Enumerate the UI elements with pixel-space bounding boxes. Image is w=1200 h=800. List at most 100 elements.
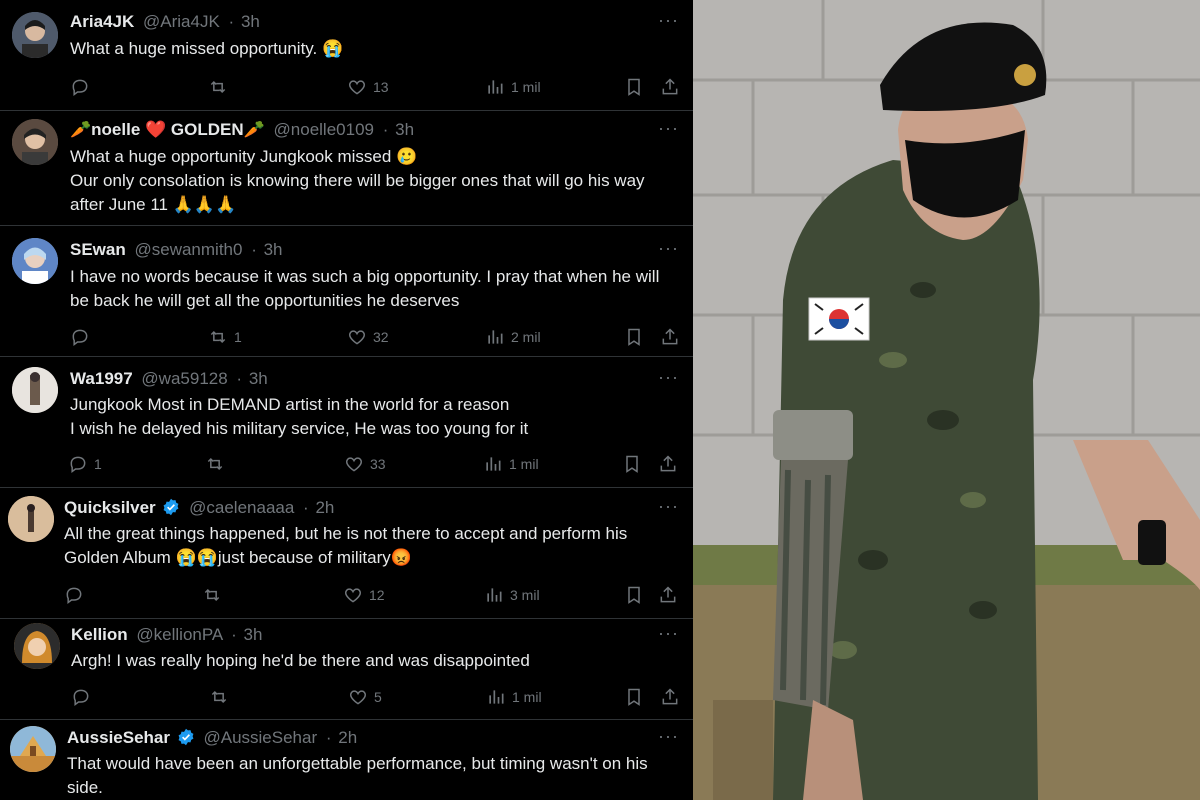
dot-separator: · xyxy=(251,240,257,259)
more-options-icon[interactable]: ··· xyxy=(658,726,679,747)
retweet-button[interactable]: 1 xyxy=(208,327,242,347)
bookmark-icon xyxy=(628,586,640,604)
share-icon xyxy=(662,688,678,705)
avatar[interactable] xyxy=(12,367,58,413)
more-options-icon[interactable]: ··· xyxy=(658,118,679,139)
like-button[interactable]: 13 xyxy=(347,77,389,97)
like-count: 5 xyxy=(374,689,382,705)
display-name[interactable]: Aria4JK xyxy=(70,12,134,31)
timestamp[interactable]: 3h xyxy=(243,625,262,644)
views-button[interactable]: 2 mil xyxy=(485,327,541,347)
tweet-header: 🥕noelle ❤️ GOLDEN🥕 @noelle0109 · 3h xyxy=(70,120,414,140)
timestamp[interactable]: 3h xyxy=(241,12,260,31)
timestamp[interactable]: 3h xyxy=(264,240,283,259)
display-name[interactable]: Wa1997 xyxy=(70,369,133,388)
retweet-button[interactable] xyxy=(209,687,235,707)
retweet-button[interactable] xyxy=(202,585,228,605)
avatar[interactable] xyxy=(14,623,60,669)
more-options-icon[interactable]: ··· xyxy=(658,367,679,388)
user-handle[interactable]: @AussieSehar xyxy=(203,728,317,747)
views-button[interactable]: 1 mil xyxy=(486,687,542,707)
retweet-button[interactable] xyxy=(208,77,234,97)
share-button[interactable] xyxy=(660,327,680,347)
reply-icon xyxy=(66,587,82,604)
bookmark-button[interactable] xyxy=(624,585,644,605)
bookmark-icon xyxy=(628,78,640,96)
avatar[interactable] xyxy=(12,238,58,284)
more-options-icon[interactable]: ··· xyxy=(658,623,679,644)
tweet-item[interactable]: Quicksilver @caelenaaaa · 2h ··· All the… xyxy=(0,488,693,619)
views-button[interactable]: 1 mil xyxy=(483,454,539,474)
more-options-icon[interactable]: ··· xyxy=(658,238,679,259)
display-name[interactable]: 🥕noelle ❤️ GOLDEN🥕 xyxy=(70,120,265,139)
timestamp[interactable]: 3h xyxy=(249,369,268,388)
timestamp[interactable]: 2h xyxy=(338,728,357,747)
avatar[interactable] xyxy=(10,726,56,772)
view-count: 2 mil xyxy=(511,329,541,345)
tweet-item[interactable]: Aria4JK @Aria4JK · 3h ··· What a huge mi… xyxy=(0,0,693,111)
retweet-button[interactable] xyxy=(205,454,231,474)
user-handle[interactable]: @sewanmith0 xyxy=(134,240,242,259)
share-button[interactable] xyxy=(658,454,678,474)
avatar[interactable] xyxy=(12,119,58,165)
user-handle[interactable]: @wa59128 xyxy=(141,369,227,388)
share-button[interactable] xyxy=(658,585,678,605)
tweet-text: What a huge missed opportunity. 😭 xyxy=(70,39,344,58)
reply-button[interactable] xyxy=(70,327,96,347)
dot-separator: · xyxy=(228,12,235,31)
retweet-count: 1 xyxy=(234,329,242,345)
avatar[interactable] xyxy=(8,496,54,542)
tweet-item[interactable]: 🥕noelle ❤️ GOLDEN🥕 @noelle0109 · 3h ··· … xyxy=(0,111,693,226)
tweet-header: Aria4JK @Aria4JK · 3h xyxy=(70,12,260,32)
avatar-portrait-icon xyxy=(12,238,58,284)
like-button[interactable]: 32 xyxy=(347,327,389,347)
share-button[interactable] xyxy=(660,687,680,707)
tweet-item[interactable]: Wa1997 @wa59128 · 3h ··· Jungkook Most i… xyxy=(0,357,693,488)
reply-button[interactable]: 1 xyxy=(68,454,102,474)
display-name[interactable]: AussieSehar xyxy=(67,728,170,747)
like-count: 32 xyxy=(373,329,389,345)
bookmark-button[interactable] xyxy=(624,327,644,347)
dot-separator: · xyxy=(303,498,309,517)
share-button[interactable] xyxy=(660,77,680,97)
bookmark-button[interactable] xyxy=(622,454,642,474)
like-count: 13 xyxy=(373,79,389,95)
avatar[interactable] xyxy=(12,12,58,58)
analytics-icon xyxy=(486,457,501,471)
tweet-item[interactable]: Kellion @kellionPA · 3h ··· Argh! I was … xyxy=(0,619,693,719)
timestamp[interactable]: 2h xyxy=(315,498,334,517)
tweet-item[interactable]: AussieSehar @AussieSehar · 2h ··· That w… xyxy=(0,719,693,800)
views-button[interactable]: 3 mil xyxy=(484,585,540,605)
user-handle[interactable]: @Aria4JK xyxy=(143,12,220,31)
more-options-icon[interactable]: ··· xyxy=(658,10,679,31)
heart-icon xyxy=(345,457,363,472)
tweet-actions: 1 32 2 mil xyxy=(70,327,682,351)
more-options-icon[interactable]: ··· xyxy=(658,496,679,517)
like-button[interactable]: 33 xyxy=(344,454,386,474)
like-button[interactable]: 12 xyxy=(343,585,385,605)
bookmark-button[interactable] xyxy=(624,77,644,97)
tweet-header: AussieSehar @AussieSehar · 2h xyxy=(67,728,357,748)
reply-button[interactable] xyxy=(64,585,90,605)
tweet-item[interactable]: SEwan @sewanmith0 · 3h ··· I have no wor… xyxy=(0,226,693,357)
reply-button[interactable] xyxy=(71,687,97,707)
display-name[interactable]: Kellion xyxy=(71,625,128,644)
bookmark-button[interactable] xyxy=(624,687,644,707)
view-count: 1 mil xyxy=(511,79,541,95)
user-handle[interactable]: @kellionPA xyxy=(136,625,222,644)
like-button[interactable]: 5 xyxy=(348,687,382,707)
display-name[interactable]: SEwan xyxy=(70,240,126,259)
retweet-icon xyxy=(204,588,220,602)
avatar-portrait-icon xyxy=(14,623,60,669)
user-handle[interactable]: @caelenaaaa xyxy=(189,498,294,517)
tweet-actions: 5 1 mil xyxy=(71,687,683,711)
soldier-photo xyxy=(693,0,1200,800)
views-button[interactable]: 1 mil xyxy=(485,77,541,97)
heart-icon xyxy=(348,80,366,95)
reply-count: 1 xyxy=(94,456,102,472)
display-name[interactable]: Quicksilver xyxy=(64,498,156,517)
user-handle[interactable]: @noelle0109 xyxy=(274,120,374,139)
reply-button[interactable] xyxy=(70,77,96,97)
timestamp[interactable]: 3h xyxy=(395,120,414,139)
verified-badge-icon xyxy=(163,498,179,516)
